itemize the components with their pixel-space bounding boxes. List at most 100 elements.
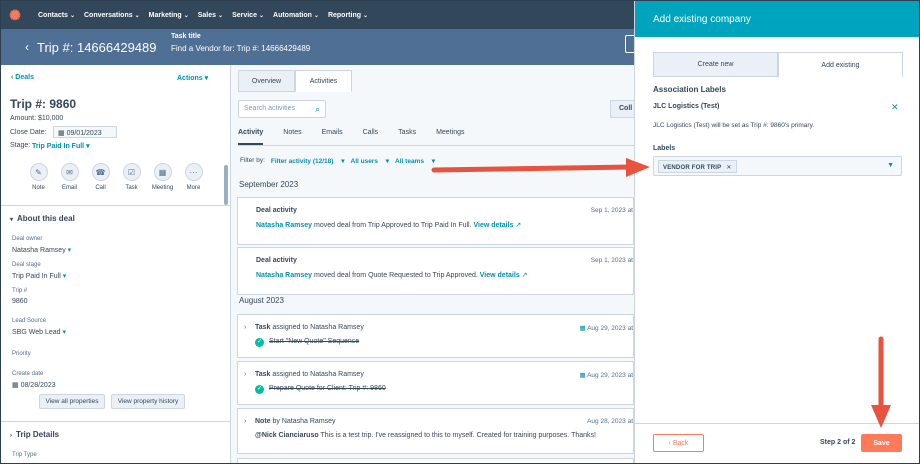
activity-card[interactable] — [237, 458, 634, 463]
nav-marketing[interactable]: Marketing ⌄ — [149, 12, 189, 19]
deal-stage-dropdown[interactable]: Trip Paid In Full ▾ — [12, 272, 66, 280]
activity-card[interactable]: Deal activity Natasha Ramsey moved deal … — [237, 197, 634, 245]
panel-tabs: Create new Add existing — [653, 52, 903, 77]
chevron-right-icon[interactable]: › — [244, 324, 246, 331]
note-card[interactable]: › Note by Natasha Ramsey @Nick Cianciaru… — [237, 408, 634, 454]
task-card[interactable]: › Task assigned to Natasha Ramsey ✓ Start… — [237, 314, 634, 358]
check-icon[interactable]: ✓ — [255, 385, 264, 394]
save-button[interactable]: Save — [861, 434, 902, 452]
create-date-field[interactable]: ▦ 08/28/2023 — [12, 381, 56, 389]
close-icon[interactable]: ✕ — [891, 102, 899, 113]
back-chevron-icon[interactable]: ‹ — [25, 40, 29, 54]
subtab-notes[interactable]: Notes — [283, 125, 301, 145]
nav-automation[interactable]: Automation ⌄ — [273, 12, 319, 19]
subtab-tasks[interactable]: Tasks — [398, 125, 416, 145]
deal-owner-label: Deal owner — [12, 236, 43, 242]
chevron-down-icon: ⌄ — [258, 12, 265, 19]
chevron-right-icon[interactable]: › — [244, 371, 246, 378]
deal-owner-dropdown[interactable]: Natasha Ramsey ▾ — [12, 246, 71, 254]
meeting-action[interactable]: ▦ Meeting — [147, 163, 178, 191]
external-link-icon: ↗ — [515, 222, 522, 229]
chevron-right-icon[interactable]: › — [244, 418, 246, 425]
lead-source-dropdown[interactable]: SBG Web Lead ▾ — [12, 328, 66, 336]
month-heading: September 2023 — [239, 180, 299, 189]
user-link[interactable]: Natasha Ramsey — [256, 272, 312, 279]
lead-source-value: SBG Web Lead — [12, 329, 61, 336]
call-action[interactable]: ☎ Call — [85, 163, 116, 191]
check-icon[interactable]: ✓ — [255, 338, 264, 347]
more-action[interactable]: ··· More — [178, 163, 209, 191]
label-chip: VENDOR FOR TRIP ✕ — [658, 160, 737, 173]
remove-chip-icon[interactable]: ✕ — [726, 165, 731, 171]
primary-note: JLC Logistics (Test) will be set as Trip… — [653, 122, 815, 129]
caret-right-icon: › — [10, 433, 12, 439]
nav-marketing-label: Marketing — [148, 11, 182, 19]
trip-number-label: Trip # — [12, 288, 28, 294]
filter-activity-dropdown[interactable]: Filter activity (12/18) ▾ — [271, 157, 345, 165]
card-date: Aug 28, 2023 at — [587, 418, 633, 425]
caret-down-icon: ▾ — [10, 217, 14, 223]
divider — [635, 423, 919, 424]
subtab-emails[interactable]: Emails — [322, 125, 343, 145]
task-action[interactable]: ☑ Task — [116, 163, 147, 191]
view-property-history-button[interactable]: View property history — [111, 394, 185, 409]
close-date-field[interactable]: ▦ 09/01/2023 — [53, 126, 117, 138]
mention[interactable]: @Nick Cianciaruso — [255, 432, 319, 439]
view-details-link[interactable]: View details — [474, 222, 514, 229]
search-activities-input[interactable]: Search activities ⌕ — [238, 100, 326, 118]
chevron-left-icon: ‹ — [668, 439, 671, 447]
note-action[interactable]: ✎ Note — [23, 163, 54, 191]
tab-create-new[interactable]: Create new — [653, 52, 778, 77]
record-title: Trip #: 14666429489 — [37, 39, 157, 55]
subtab-meetings[interactable]: Meetings — [436, 125, 464, 145]
email-icon: ✉ — [60, 163, 79, 181]
trip-type-label: Trip Type — [12, 452, 37, 458]
all-users-dropdown[interactable]: All users ▾ — [351, 157, 390, 165]
nav-sales[interactable]: Sales ⌄ — [198, 12, 223, 19]
nav-reporting[interactable]: Reporting ⌄ — [328, 12, 368, 19]
deal-amount: Amount: $10,000 — [10, 115, 64, 122]
view-all-properties-button[interactable]: View all properties — [39, 394, 105, 409]
sidebar-scrollbar[interactable] — [224, 165, 228, 205]
trip-number-value[interactable]: 9860 — [12, 298, 28, 305]
card-title: Task assigned to Natasha Ramsey — [255, 371, 364, 378]
nav-conversations[interactable]: Conversations ⌄ — [84, 12, 140, 19]
user-link[interactable]: Natasha Ramsey — [256, 222, 312, 229]
caret-down-icon: ▾ — [62, 273, 67, 280]
deals-link[interactable]: ‹ Deals — [11, 74, 34, 81]
card-author: by Natasha Ramsey — [272, 418, 336, 425]
card-title: Deal activity — [256, 207, 297, 214]
nav-automation-label: Automation — [273, 11, 312, 19]
filter-activity-label: Filter activity (12/18) — [270, 158, 334, 165]
task-text: Prepare Quote for Client: Trip #: 9860 — [269, 385, 386, 392]
labels-select[interactable]: VENDOR FOR TRIP ✕ ▼ — [653, 156, 902, 176]
tab-add-existing[interactable]: Add existing — [778, 52, 903, 77]
view-details-link[interactable]: View details — [480, 272, 520, 279]
card-body: ✓ Prepare Quote for Client: Trip #: 9860 — [255, 385, 386, 394]
about-deal-section-toggle[interactable]: ▾ About this deal — [10, 214, 75, 223]
subtab-calls[interactable]: Calls — [363, 125, 379, 145]
actions-dropdown[interactable]: Actions ▾ — [177, 74, 208, 82]
deals-link-label: Deals — [15, 74, 34, 81]
task-card[interactable]: › Task assigned to Natasha Ramsey ✓ Prepa… — [237, 361, 634, 405]
stage-dropdown[interactable]: Trip Paid In Full ▾ — [32, 142, 90, 150]
stage-label: Stage: — [10, 142, 31, 149]
caret-down-icon[interactable]: ▼ — [887, 162, 894, 169]
lead-source-label: Lead Source — [12, 318, 47, 324]
more-icon: ··· — [184, 163, 203, 181]
all-teams-dropdown[interactable]: All teams ▾ — [395, 157, 435, 165]
hubspot-logo-icon[interactable]: ✺ — [1, 1, 29, 29]
nav-contacts[interactable]: Contacts ⌄ — [38, 12, 75, 19]
tab-activities[interactable]: Activities — [295, 70, 352, 92]
subtab-activity[interactable]: Activity — [238, 125, 264, 145]
email-action[interactable]: ✉ Email — [54, 163, 85, 191]
back-button[interactable]: ‹ Back — [653, 434, 704, 452]
nav-service[interactable]: Service ⌄ — [232, 12, 264, 19]
calendar-icon: ▦ — [153, 163, 172, 181]
trip-details-section-toggle[interactable]: › Trip Details — [10, 430, 59, 439]
caret-down-icon: ▾ — [86, 143, 90, 150]
activity-card[interactable]: Deal activity Natasha Ramsey moved deal … — [237, 247, 634, 295]
card-title: Task assigned to Natasha Ramsey — [255, 324, 364, 331]
call-action-label: Call — [95, 185, 106, 191]
tab-overview[interactable]: Overview — [238, 70, 295, 92]
